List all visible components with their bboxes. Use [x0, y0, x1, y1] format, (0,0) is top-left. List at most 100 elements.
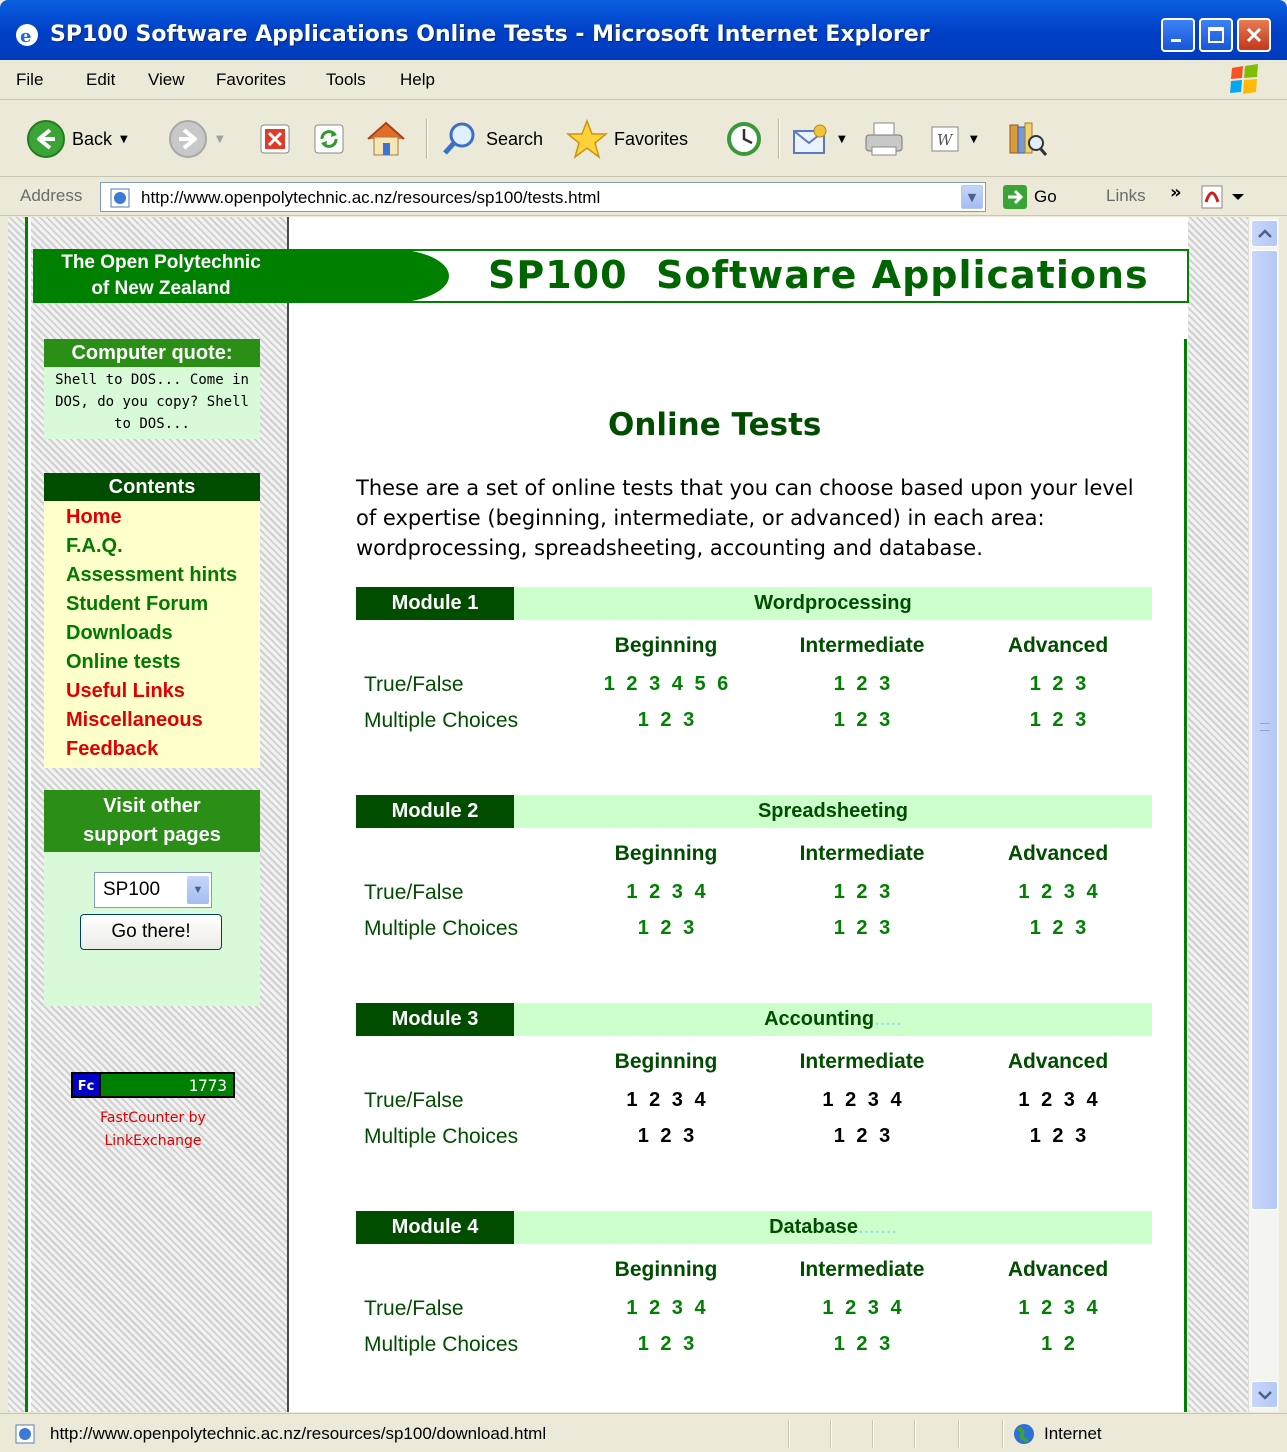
back-label: Back: [72, 128, 113, 149]
security-zone[interactable]: Internet: [1012, 1422, 1102, 1446]
visit-body: SP100 ▼ Go there!: [44, 852, 260, 1006]
test-links-true-false[interactable]: 1 2 3 4: [968, 881, 1148, 904]
pdf-button[interactable]: [1200, 184, 1246, 214]
test-links-multiple-choice[interactable]: 1 2 3: [772, 709, 952, 732]
chevron-down-icon[interactable]: ▼: [187, 876, 209, 904]
nav-link-feedback[interactable]: Feedback: [66, 735, 260, 764]
nav-link-student-forum[interactable]: Student Forum: [66, 590, 260, 619]
row-label-multiple-choices: Multiple Choices: [364, 709, 519, 732]
nav-link-downloads[interactable]: Downloads: [66, 619, 260, 648]
test-links-multiple-choice[interactable]: 1 2 3: [576, 917, 756, 940]
module-name-text: Database: [769, 1216, 859, 1238]
edit-dropdown-icon[interactable]: ▼: [970, 134, 978, 145]
test-links-true-false[interactable]: 1 2 3: [772, 881, 952, 904]
module-header: Module 2 Spreadsheeting: [356, 795, 1152, 828]
counter-value: 1773: [101, 1072, 235, 1098]
edit-button[interactable]: W ▼: [928, 117, 978, 161]
go-there-button[interactable]: Go there!: [80, 914, 222, 950]
menu-tools[interactable]: Tools: [326, 70, 366, 90]
history-icon: [727, 122, 761, 156]
menu-favorites[interactable]: Favorites: [216, 70, 286, 90]
scroll-up-button[interactable]: [1251, 220, 1278, 247]
test-links-true-false[interactable]: 1 2 3: [968, 673, 1148, 696]
nav-link-online-tests[interactable]: Online tests: [66, 648, 260, 677]
ie-logo-icon: e: [16, 24, 38, 47]
page-title: Online Tests: [608, 407, 822, 443]
support-page-select[interactable]: SP100 ▼: [94, 872, 212, 908]
test-links-multiple-choice[interactable]: 1 2: [968, 1333, 1148, 1356]
module-name: Wordprocessing: [514, 587, 1152, 620]
minimize-button[interactable]: [1161, 18, 1195, 52]
scroll-down-button[interactable]: [1251, 1381, 1278, 1408]
nav-link-useful-links[interactable]: Useful Links: [66, 677, 260, 706]
nav-link-assessment-hints[interactable]: Assessment hints: [66, 561, 260, 590]
org-line-2: of New Zealand: [91, 278, 231, 299]
history-button[interactable]: [724, 117, 764, 161]
test-links-true-false[interactable]: 1 2 3 4: [772, 1297, 952, 1320]
row-label-multiple-choices: Multiple Choices: [364, 1125, 519, 1148]
test-links-true-false[interactable]: 1 2 3: [772, 673, 952, 696]
menu-file[interactable]: File: [16, 70, 43, 90]
nav-link-faq[interactable]: F.A.Q.: [66, 532, 260, 561]
vertical-scrollbar[interactable]: [1248, 217, 1279, 1412]
globe-icon: [1014, 1424, 1034, 1444]
test-links-multiple-choice[interactable]: 1 2 3: [772, 917, 952, 940]
test-links-multiple-choice[interactable]: 1 2 3: [968, 917, 1148, 940]
test-links-multiple-choice[interactable]: 1 2 3: [968, 709, 1148, 732]
quote-box: Computer quote: Shell to DOS... Come in …: [44, 339, 260, 439]
row-label-multiple-choices: Multiple Choices: [364, 917, 519, 940]
links-label[interactable]: Links: [1106, 186, 1146, 206]
maximize-button[interactable]: [1199, 18, 1233, 52]
back-dropdown-icon[interactable]: ▼: [120, 134, 128, 145]
module-name: Spreadsheeting: [514, 795, 1152, 828]
counter-caption-line-2: LinkExchange: [104, 1133, 202, 1149]
module-section: Module 1 Wordprocessing Beginning Intermedi…: [356, 587, 1152, 732]
module-name-trail: .....: [874, 1008, 902, 1030]
forward-button[interactable]: ▼: [168, 117, 224, 161]
test-links-true-false[interactable]: 1 2 3 4: [968, 1297, 1148, 1320]
title-bar[interactable]: e SP100 Software Applications Online Tes…: [0, 0, 1287, 60]
research-button[interactable]: [1006, 117, 1050, 161]
search-button[interactable]: Search: [440, 117, 543, 161]
word-icon: W: [931, 126, 959, 152]
links-chevron-icon[interactable]: »: [1170, 182, 1182, 203]
print-button[interactable]: [862, 117, 906, 161]
contents-title: Contents: [44, 473, 260, 501]
module-tag: Module 3: [356, 1003, 514, 1036]
refresh-icon: [314, 124, 344, 154]
nav-link-miscellaneous[interactable]: Miscellaneous: [66, 706, 260, 735]
status-separator: [958, 1420, 959, 1448]
test-links-true-false[interactable]: 1 2 3 4: [576, 881, 756, 904]
close-button[interactable]: [1237, 18, 1271, 52]
home-button[interactable]: [364, 117, 408, 161]
test-links-multiple-choice[interactable]: 1 2 3: [576, 1333, 756, 1356]
test-links-true-false[interactable]: 1 2 3 4: [576, 1297, 756, 1320]
back-button[interactable]: Back ▼: [26, 117, 128, 161]
mail-icon: [793, 124, 827, 154]
scroll-thumb[interactable]: [1251, 250, 1278, 1210]
test-links-multiple-choice[interactable]: 1 2 3: [772, 1333, 952, 1356]
nav-link-home[interactable]: Home: [66, 503, 260, 532]
status-text: http://www.openpolytechnic.ac.nz/resourc…: [50, 1424, 547, 1443]
menu-view[interactable]: View: [148, 70, 185, 90]
row-label-true-false: True/False: [364, 881, 464, 904]
mail-dropdown-icon[interactable]: ▼: [838, 134, 846, 145]
counter-caption[interactable]: FastCounter by LinkExchange: [63, 1107, 243, 1153]
banner-curve: [289, 249, 449, 303]
address-dropdown-icon[interactable]: ▼: [961, 185, 983, 209]
menu-edit[interactable]: Edit: [86, 70, 115, 90]
menu-help[interactable]: Help: [400, 70, 435, 90]
go-button[interactable]: Go: [1002, 184, 1057, 210]
stop-button[interactable]: [258, 117, 292, 161]
fast-counter[interactable]: Fc 1773: [71, 1072, 235, 1098]
test-links-true-false[interactable]: 1 2 3 4 5 6: [576, 673, 756, 696]
forward-dropdown-icon[interactable]: ▼: [216, 134, 224, 145]
refresh-button[interactable]: [312, 117, 346, 161]
go-label: Go: [1034, 187, 1057, 206]
favorites-button[interactable]: Favorites: [566, 117, 688, 161]
test-links-multiple-choice[interactable]: 1 2 3: [576, 709, 756, 732]
mail-button[interactable]: ▼: [790, 117, 846, 161]
status-separator: [788, 1420, 789, 1448]
scroll-grip: [1260, 723, 1270, 731]
address-input[interactable]: http://www.openpolytechnic.ac.nz/resourc…: [100, 182, 986, 212]
